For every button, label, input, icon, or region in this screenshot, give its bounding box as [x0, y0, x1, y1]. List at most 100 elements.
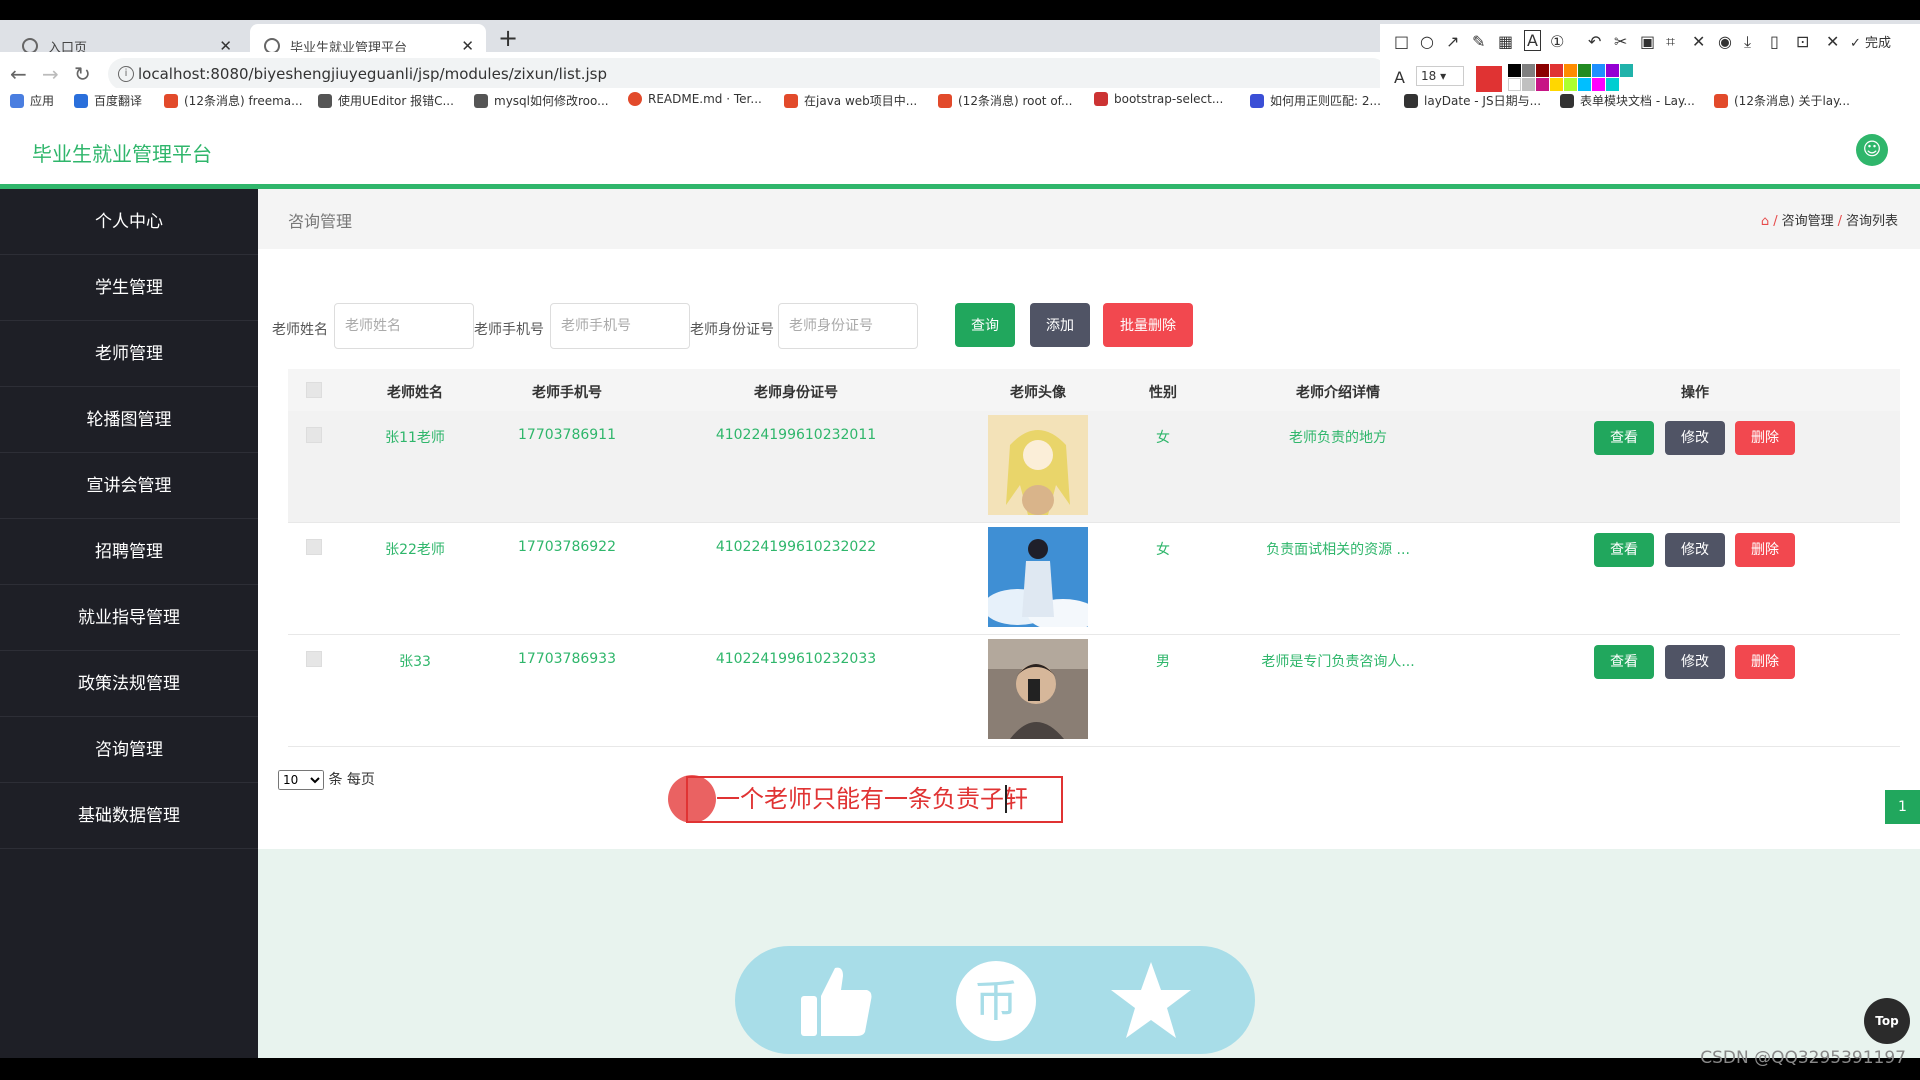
teacher-idcard-input[interactable]	[778, 303, 918, 349]
bookmark-item[interactable]: (12条消息) 关于lay...	[1714, 92, 1850, 109]
table-row[interactable]: 张33 17703786933 410224199610232033 男 老师是…	[288, 635, 1900, 747]
ocr-icon[interactable]: ▣	[1640, 32, 1655, 51]
row-checkbox[interactable]	[306, 427, 322, 443]
delete-button[interactable]: 删除	[1735, 533, 1795, 567]
forward-icon[interactable]: →	[42, 62, 59, 86]
sidebar-item-seminars[interactable]: 宣讲会管理	[0, 453, 258, 519]
teacher-phone-input[interactable]	[550, 303, 690, 349]
view-button[interactable]: 查看	[1594, 533, 1654, 567]
sidebar-item-consultation[interactable]: 咨询管理	[0, 717, 258, 783]
download-icon[interactable]: ⤓	[1744, 32, 1751, 52]
table-row[interactable]: 张22老师 17703786922 410224199610232022 女 负…	[288, 523, 1900, 635]
delete-button[interactable]: 删除	[1735, 645, 1795, 679]
cell-intro: 老师是专门负责咨询人...	[1261, 654, 1415, 670]
current-color-swatch[interactable]	[1476, 66, 1502, 92]
arrow-tool-icon[interactable]: ↗	[1446, 32, 1459, 51]
bookmark-item[interactable]: README.md · Ter...	[628, 92, 762, 106]
edit-button[interactable]: 修改	[1665, 533, 1725, 567]
bookmark-item[interactable]: 在java web项目中...	[784, 92, 917, 109]
color-swatch[interactable]	[1550, 64, 1563, 77]
color-swatch[interactable]	[1536, 64, 1549, 77]
thumbs-up-icon[interactable]	[797, 962, 875, 1040]
bookmark-item[interactable]: 表单模块文档 - Lay...	[1560, 92, 1695, 109]
color-swatch[interactable]	[1620, 64, 1633, 77]
page-size-select[interactable]: 10	[278, 770, 324, 790]
batch-delete-button[interactable]: 批量删除	[1103, 303, 1193, 347]
color-swatch[interactable]	[1536, 78, 1549, 91]
scissors-icon[interactable]: ✂	[1614, 32, 1627, 51]
table-row[interactable]: 张11老师 17703786911 410224199610232011 女 老…	[288, 411, 1900, 523]
cell-intro: 负责面试相关的资源 ...	[1266, 542, 1410, 558]
color-swatch[interactable]	[1578, 78, 1591, 91]
mosaic-tool-icon[interactable]: ▦	[1498, 32, 1513, 51]
edit-button[interactable]: 修改	[1665, 645, 1725, 679]
color-swatch[interactable]	[1550, 78, 1563, 91]
search-button[interactable]: 查询	[955, 303, 1015, 347]
undo-icon[interactable]: ↶	[1588, 32, 1601, 51]
done-button[interactable]: ✓ 完成	[1850, 32, 1891, 51]
bookmark-item[interactable]: layDate - JS日期与...	[1404, 92, 1541, 109]
new-tab-icon[interactable]: +	[498, 24, 518, 52]
back-icon[interactable]: ←	[10, 62, 27, 86]
bookmark-item[interactable]: mysql如何修改roo...	[474, 92, 609, 109]
number-tool-icon[interactable]: ①	[1550, 32, 1564, 51]
save-icon[interactable]: ⊡	[1796, 32, 1809, 51]
teacher-name-input[interactable]	[334, 303, 474, 349]
record-icon[interactable]: ◉	[1718, 32, 1732, 51]
coin-icon[interactable]: 币	[955, 960, 1037, 1042]
home-icon[interactable]: ⌂	[1761, 214, 1769, 229]
row-checkbox[interactable]	[306, 539, 322, 555]
reload-icon[interactable]: ↻	[74, 62, 91, 86]
bookmark-item[interactable]: (12条消息) root of...	[938, 92, 1072, 109]
pagination-page[interactable]: 1	[1885, 790, 1920, 824]
pen-tool-icon[interactable]: ✎	[1472, 32, 1485, 51]
bookmark-item[interactable]: (12条消息) freema...	[164, 92, 303, 109]
view-button[interactable]: 查看	[1594, 421, 1654, 455]
row-checkbox[interactable]	[306, 651, 322, 667]
select-all-checkbox[interactable]	[306, 382, 322, 398]
bookmark-item[interactable]: 百度翻译	[74, 92, 142, 109]
color-swatch[interactable]	[1578, 64, 1591, 77]
url-field[interactable]: i localhost:8080/biyeshengjiuyeguanli/js…	[108, 58, 1388, 90]
user-avatar-icon[interactable]: ☺	[1856, 134, 1888, 166]
rectangle-tool-icon[interactable]: □	[1394, 32, 1409, 51]
sidebar-item-personal-center[interactable]: 个人中心	[0, 189, 258, 255]
font-size-select[interactable]: 18 ▾	[1416, 66, 1464, 86]
sidebar-item-teachers[interactable]: 老师管理	[0, 321, 258, 387]
info-icon[interactable]: i	[118, 66, 134, 82]
color-swatch[interactable]	[1564, 78, 1577, 91]
color-swatch[interactable]	[1606, 64, 1619, 77]
sidebar-item-career-guidance[interactable]: 就业指导管理	[0, 585, 258, 651]
sidebar-item-recruitment[interactable]: 招聘管理	[0, 519, 258, 585]
color-swatch[interactable]	[1522, 78, 1535, 91]
view-button[interactable]: 查看	[1594, 645, 1654, 679]
page-size-control: 10 条 每页	[278, 769, 375, 790]
back-to-top-button[interactable]: Top	[1864, 998, 1910, 1044]
star-icon[interactable]	[1109, 958, 1193, 1042]
breadcrumb-item[interactable]: 咨询管理	[1782, 214, 1834, 229]
sidebar-item-students[interactable]: 学生管理	[0, 255, 258, 321]
bookmark-item[interactable]: 使用UEditor 报错C...	[318, 92, 454, 109]
sidebar-item-base-data[interactable]: 基础数据管理	[0, 783, 258, 849]
color-swatch[interactable]	[1606, 78, 1619, 91]
add-button[interactable]: 添加	[1030, 303, 1090, 347]
phone-icon[interactable]: ▯	[1770, 32, 1779, 51]
color-swatch[interactable]	[1592, 64, 1605, 77]
bookmark-apps[interactable]: 应用	[10, 92, 54, 109]
color-swatch[interactable]	[1508, 78, 1521, 91]
pin-icon[interactable]: ✕	[1692, 32, 1705, 51]
ellipse-tool-icon[interactable]: ○	[1420, 32, 1434, 51]
color-swatch[interactable]	[1508, 64, 1521, 77]
text-tool-icon[interactable]: A	[1524, 30, 1541, 51]
color-swatch[interactable]	[1564, 64, 1577, 77]
delete-button[interactable]: 删除	[1735, 421, 1795, 455]
sidebar-item-policies[interactable]: 政策法规管理	[0, 651, 258, 717]
close-icon[interactable]: ✕	[1826, 32, 1839, 51]
sidebar-item-carousel[interactable]: 轮播图管理	[0, 387, 258, 453]
color-swatch[interactable]	[1592, 78, 1605, 91]
bookmark-item[interactable]: bootstrap-select...	[1094, 92, 1223, 106]
bookmark-item[interactable]: 如何用正则匹配: 2...	[1250, 92, 1381, 109]
color-swatch[interactable]	[1522, 64, 1535, 77]
edit-button[interactable]: 修改	[1665, 421, 1725, 455]
crop-icon[interactable]: ⌗	[1666, 32, 1675, 52]
